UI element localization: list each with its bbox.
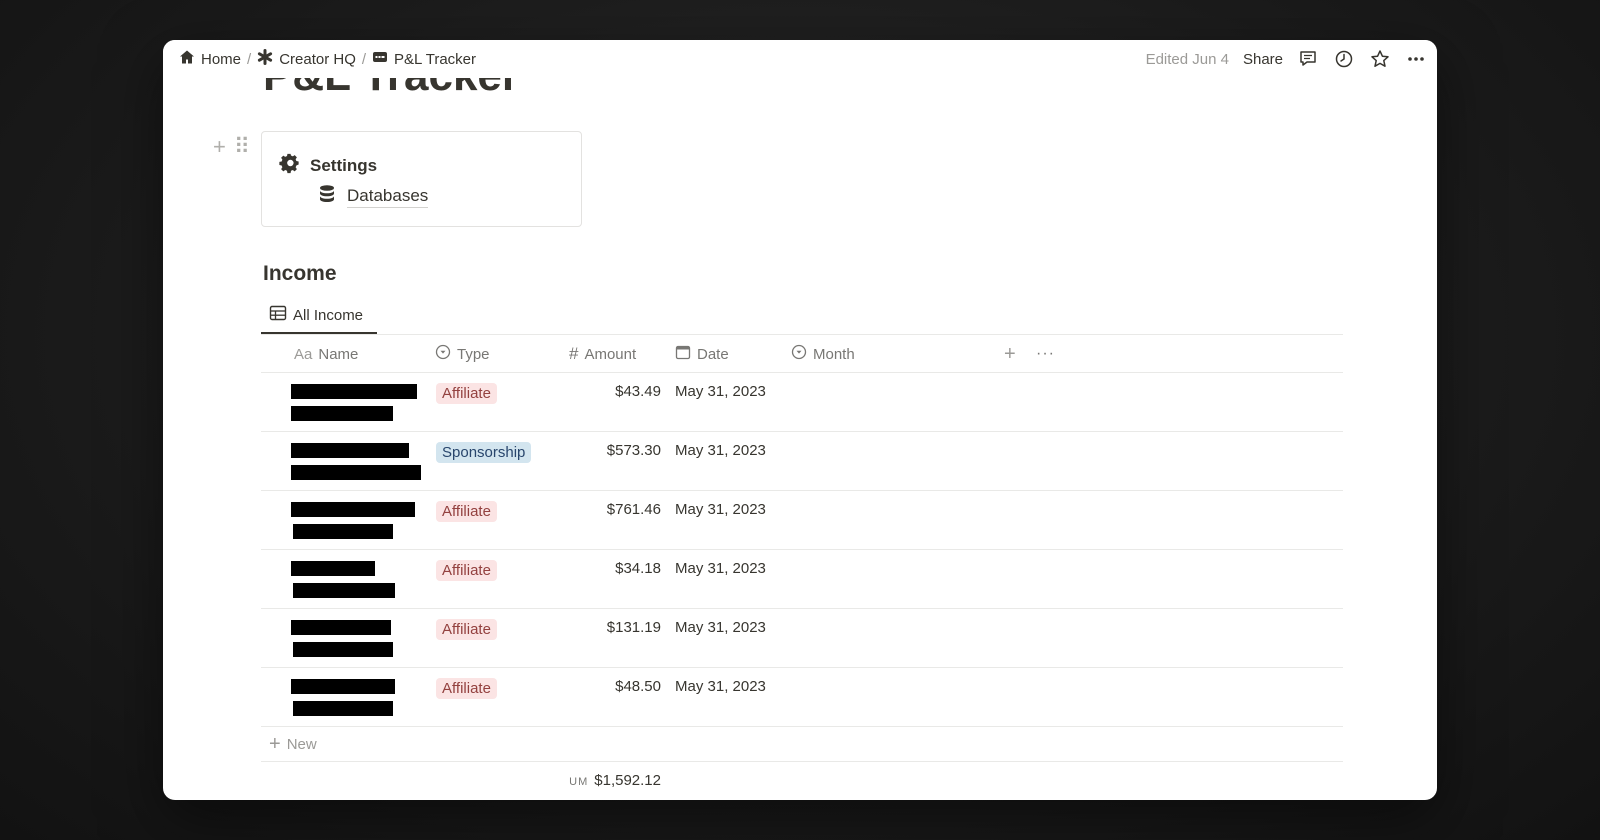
column-amount[interactable]: # Amount [569, 344, 636, 364]
breadcrumb-label: P&L Tracker [394, 50, 477, 68]
redacted-name [293, 701, 393, 716]
redacted-name [291, 406, 393, 421]
add-block-icon[interactable]: + [213, 136, 226, 158]
date-cell: May 31, 2023 [675, 383, 766, 400]
redacted-name [291, 384, 417, 399]
edited-timestamp: Edited Jun 4 [1145, 50, 1229, 68]
table-row[interactable]: Affiliate $761.46 May 31, 2023 [261, 491, 1343, 550]
type-tag[interactable]: Affiliate [436, 560, 497, 581]
breadcrumb: Home / Creator HQ / P&L Tracker [175, 47, 480, 71]
share-button[interactable]: Share [1243, 51, 1283, 68]
type-tag[interactable]: Sponsorship [436, 442, 532, 463]
breadcrumb-pl-tracker[interactable]: P&L Tracker [368, 47, 480, 71]
redacted-name [293, 642, 393, 657]
amount-cell: $573.30 [606, 442, 661, 459]
table-row[interactable]: Affiliate $48.50 May 31, 2023 [261, 668, 1343, 727]
amount-cell: $43.49 [615, 383, 661, 400]
date-cell: May 31, 2023 [675, 560, 766, 577]
date-cell: May 31, 2023 [675, 442, 766, 459]
type-tag[interactable]: Affiliate [436, 678, 497, 699]
settings-heading: Settings [278, 152, 377, 179]
column-name[interactable]: Aa Name [294, 346, 358, 363]
add-column-icon[interactable]: + [1004, 343, 1016, 366]
calendar-icon [675, 344, 691, 364]
date-cell: May 31, 2023 [675, 678, 766, 695]
database-icon [316, 183, 338, 210]
settings-card: Settings Databases [261, 131, 582, 227]
tab-divider [261, 334, 1343, 335]
text-type-icon: Aa [294, 345, 313, 363]
number-type-icon: # [569, 344, 579, 363]
id-card-icon [372, 49, 388, 69]
more-icon[interactable] [1405, 48, 1427, 70]
redacted-name [291, 502, 415, 517]
sum-label: UM [569, 776, 589, 788]
date-cell: May 31, 2023 [675, 501, 766, 518]
amount-cell: $131.19 [606, 619, 661, 636]
income-heading: Income [263, 262, 337, 285]
table-row[interactable]: Sponsorship $573.30 May 31, 2023 [261, 432, 1343, 491]
star-icon[interactable] [1369, 48, 1391, 70]
redacted-name [293, 583, 395, 598]
new-row-button[interactable]: + New [261, 727, 1343, 762]
asterisk-icon [257, 49, 273, 69]
plus-icon: + [269, 733, 281, 755]
top-bar: Home / Creator HQ / P&L Tracker Edited J… [163, 40, 1437, 78]
drag-handle-icon[interactable]: ⠿ [234, 136, 250, 158]
select-icon [791, 344, 807, 364]
view-tab-all-income[interactable]: All Income [261, 298, 377, 334]
sum-value: $1,592.12 [594, 772, 661, 789]
breadcrumb-separator: / [247, 50, 252, 68]
redacted-name [291, 679, 395, 694]
redacted-name [291, 561, 375, 576]
more-columns-icon[interactable]: ··· [1036, 345, 1055, 363]
top-actions: Edited Jun 4 Share [1146, 48, 1427, 70]
table-row[interactable]: Affiliate $43.49 May 31, 2023 [261, 373, 1343, 432]
breadcrumb-separator: / [361, 50, 367, 68]
type-tag[interactable]: Affiliate [436, 383, 497, 404]
type-tag[interactable]: Affiliate [436, 501, 497, 522]
breadcrumb-creator-hq[interactable]: Creator HQ [253, 47, 360, 71]
home-icon [179, 49, 195, 69]
breadcrumb-home[interactable]: Home [175, 47, 245, 71]
redacted-name [291, 620, 391, 635]
date-cell: May 31, 2023 [675, 619, 766, 636]
amount-sum[interactable]: UM $1,592.12 [561, 772, 661, 789]
databases-link[interactable]: Databases [316, 183, 429, 210]
clock-icon[interactable] [1333, 48, 1355, 70]
comment-icon[interactable] [1297, 48, 1319, 70]
table-row[interactable]: Affiliate $131.19 May 31, 2023 [261, 609, 1343, 668]
income-table: Aa Name Type # Amount Date Month + ··· A… [261, 336, 1343, 798]
calculation-row: UM $1,592.12 [261, 762, 1343, 798]
gear-icon [278, 152, 300, 179]
table-row[interactable]: Affiliate $34.18 May 31, 2023 [261, 550, 1343, 609]
breadcrumb-label: Creator HQ [279, 50, 356, 68]
column-type[interactable]: Type [435, 344, 490, 364]
table-header: Aa Name Type # Amount Date Month + ··· [261, 336, 1343, 373]
redacted-name [293, 524, 393, 539]
type-tag[interactable]: Affiliate [436, 619, 497, 640]
select-icon [435, 344, 451, 364]
redacted-name [291, 465, 421, 480]
column-month[interactable]: Month [791, 344, 855, 364]
amount-cell: $761.46 [606, 501, 661, 518]
block-handles: + ⠿ [213, 136, 250, 158]
table-icon [269, 304, 287, 326]
breadcrumb-label: Home [201, 50, 242, 68]
app-window: Home / Creator HQ / P&L Tracker Edited J… [163, 40, 1437, 800]
redacted-name [291, 443, 409, 458]
amount-cell: $48.50 [615, 678, 661, 695]
amount-cell: $34.18 [615, 560, 661, 577]
column-date[interactable]: Date [675, 344, 729, 364]
